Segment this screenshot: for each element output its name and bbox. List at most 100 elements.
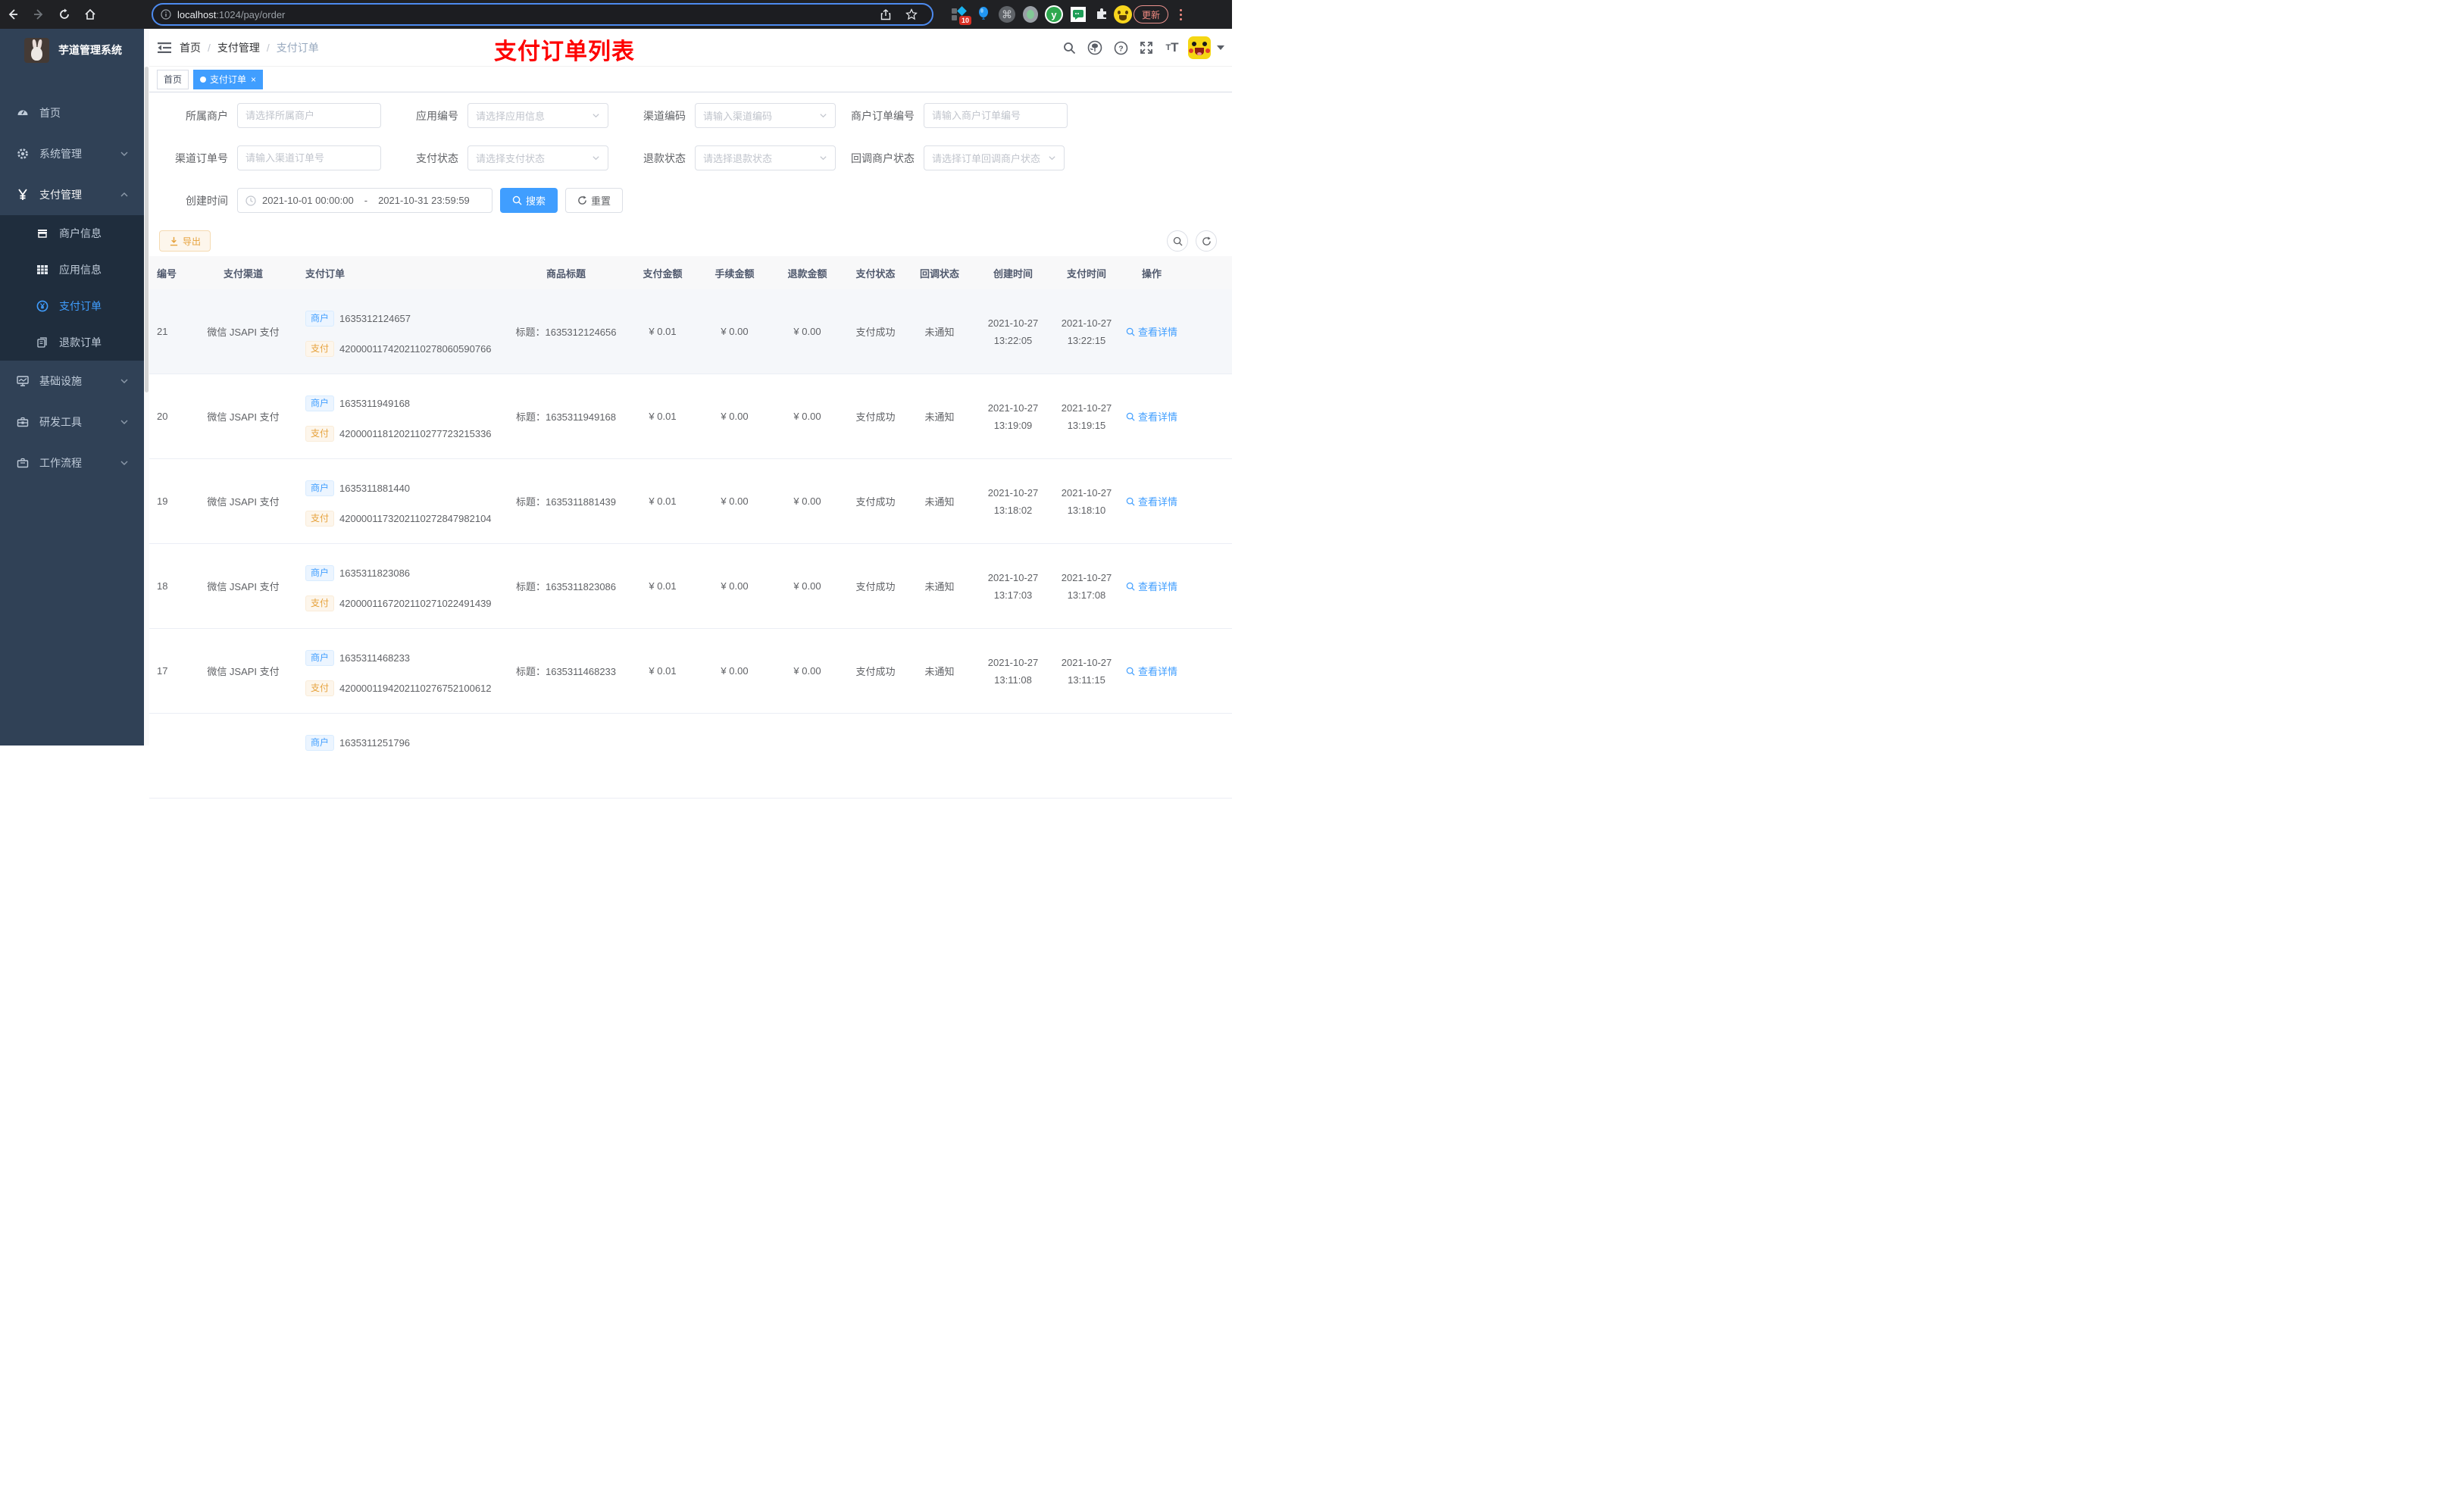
extensions-puzzle-icon[interactable] bbox=[1091, 4, 1112, 25]
navbar-actions: ? TT bbox=[1059, 29, 1224, 67]
github-icon[interactable] bbox=[1085, 38, 1105, 58]
pay-status-select[interactable]: 请选择支付状态 bbox=[467, 145, 608, 170]
avatar-caret-icon[interactable] bbox=[1217, 45, 1224, 50]
app-select[interactable]: 请选择应用信息 bbox=[467, 103, 608, 128]
app-logo[interactable]: 芋道管理系统 bbox=[0, 29, 144, 71]
view-detail-link[interactable]: 查看详情 bbox=[1126, 664, 1177, 678]
cell-amount: ¥ 0.01 bbox=[649, 665, 677, 677]
address-bar[interactable]: localhost:1024/pay/order bbox=[152, 3, 933, 26]
search-icon[interactable] bbox=[1059, 38, 1079, 58]
cell-created: 2021-10-27 13:11:08 bbox=[987, 656, 1039, 686]
refresh-table-icon[interactable] bbox=[1196, 230, 1217, 252]
cell-channel bbox=[187, 714, 299, 798]
date-separator: - bbox=[364, 195, 368, 206]
app-title: 芋道管理系统 bbox=[58, 44, 122, 56]
sidebar-collapse-icon[interactable] bbox=[149, 29, 180, 67]
channel-code-select[interactable]: 请输入渠道编码 bbox=[695, 103, 836, 128]
browser-update-button[interactable]: 更新 bbox=[1134, 5, 1169, 23]
sidebar-item-merchant-info[interactable]: 商户信息 bbox=[0, 215, 144, 252]
view-detail-link[interactable]: 查看详情 bbox=[1126, 579, 1177, 593]
refresh-icon bbox=[578, 195, 586, 205]
profile-avatar-icon[interactable] bbox=[1112, 4, 1134, 25]
sidebar-item-app-info[interactable]: 应用信息 bbox=[0, 252, 144, 288]
extension-record-icon[interactable] bbox=[1020, 4, 1041, 25]
breadcrumb-pay[interactable]: 支付管理 bbox=[217, 40, 260, 55]
table-toolbar: 导出 bbox=[149, 226, 1232, 256]
rabbit-logo-icon bbox=[24, 37, 49, 63]
toggle-search-icon[interactable] bbox=[1167, 230, 1188, 252]
extension-vue-devtools-icon[interactable]: y bbox=[1043, 4, 1065, 25]
cell-refund: ¥ 0.00 bbox=[793, 580, 821, 592]
user-avatar[interactable] bbox=[1188, 36, 1211, 59]
cell-id: 17 bbox=[157, 665, 168, 677]
merchant-order-no-input[interactable] bbox=[924, 103, 1068, 128]
sidebar-item-workflow[interactable]: 工作流程 bbox=[0, 442, 144, 483]
field-label: 渠道订单号 bbox=[175, 152, 228, 164]
filter-row-2: 渠道订单号 支付状态 请选择支付状态 退款状态 请选择退款状态 回调商户状态 请… bbox=[159, 145, 1232, 170]
table-row[interactable]: 17 微信 JSAPI 支付 商户 1635311468233 支付 4200001… bbox=[149, 629, 1232, 714]
channel-order-no-input[interactable] bbox=[237, 145, 381, 170]
sidebar-item-infra[interactable]: 基础设施 bbox=[0, 361, 144, 402]
sidebar-item-refund-order[interactable]: 退款订单 bbox=[0, 324, 144, 361]
view-detail-link[interactable]: 查看详情 bbox=[1126, 494, 1177, 508]
sidebar-item-system[interactable]: 系统管理 bbox=[0, 133, 144, 174]
table-row[interactable]: 20 微信 JSAPI 支付 商户 1635311949168 支付 4200001… bbox=[149, 374, 1232, 459]
table-row-partial[interactable]: 商户 1635311251796 bbox=[149, 714, 1232, 799]
browser-menu-icon[interactable] bbox=[1174, 6, 1187, 23]
scrollbar-thumb[interactable] bbox=[145, 67, 149, 392]
view-detail-link[interactable]: 查看详情 bbox=[1126, 324, 1177, 339]
tab-pay-order[interactable]: 支付订单 × bbox=[193, 69, 264, 89]
forward-icon[interactable] bbox=[26, 4, 52, 25]
chevron-down-icon bbox=[819, 154, 827, 162]
merchant-order-no: 1635311881440 bbox=[339, 483, 411, 494]
search-form: 所属商户 应用编号 请选择应用信息 渠道编码 请输入渠道编码 商户订单编号 渠道… bbox=[149, 92, 1232, 213]
cell-status: 支付成功 bbox=[855, 666, 896, 677]
briefcase-icon bbox=[17, 457, 29, 469]
sidebar-item-pay-order[interactable]: 支付订单 bbox=[0, 288, 144, 324]
extension-chat-icon[interactable] bbox=[1068, 4, 1089, 25]
home-icon[interactable] bbox=[77, 4, 103, 25]
table-row[interactable]: 19 微信 JSAPI 支付 商户 1635311881440 支付 4200001… bbox=[149, 459, 1232, 544]
breadcrumb-home[interactable]: 首页 bbox=[180, 40, 201, 55]
share-icon[interactable] bbox=[873, 4, 899, 25]
field-label: 支付状态 bbox=[416, 152, 458, 164]
table-row[interactable]: 21 微信 JSAPI 支付 商户 1635312124657 支付 4200001… bbox=[149, 289, 1232, 374]
search-button[interactable]: 搜索 bbox=[500, 188, 558, 213]
help-icon[interactable]: ? bbox=[1111, 38, 1130, 58]
merchant-input[interactable] bbox=[237, 103, 381, 128]
sidebar-item-home[interactable]: 首页 bbox=[0, 92, 144, 133]
view-detail-link[interactable]: 查看详情 bbox=[1126, 409, 1177, 424]
table-row[interactable]: 18 微信 JSAPI 支付 商户 1635311823086 支付 4200001… bbox=[149, 544, 1232, 629]
notify-status-select[interactable]: 请选择订单回调商户状态 bbox=[924, 145, 1065, 170]
pay-tag: 支付 bbox=[305, 511, 335, 527]
field-label: 商户订单编号 bbox=[851, 109, 915, 122]
main-scrollbar[interactable] bbox=[144, 29, 149, 746]
reset-button[interactable]: 重置 bbox=[565, 188, 624, 213]
create-time-range-picker[interactable]: 2021-10-01 00:00:00 - 2021-10-31 23:59:5… bbox=[237, 188, 492, 213]
font-size-icon[interactable]: TT bbox=[1162, 38, 1182, 58]
filter-row-3: 创建时间 2021-10-01 00:00:00 - 2021-10-31 23… bbox=[159, 188, 1232, 213]
export-button[interactable]: 导出 bbox=[159, 230, 211, 252]
reload-icon[interactable] bbox=[52, 4, 77, 25]
extension-balloon-icon[interactable] bbox=[973, 4, 994, 25]
chevron-down-icon bbox=[120, 377, 129, 386]
back-icon[interactable] bbox=[0, 4, 26, 25]
sidebar-item-devtools[interactable]: 研发工具 bbox=[0, 402, 144, 442]
sidebar-item-pay[interactable]: 支付管理 bbox=[0, 174, 144, 215]
cell-created: 2021-10-27 13:17:03 bbox=[987, 571, 1039, 601]
cell-status: 支付成功 bbox=[855, 411, 896, 423]
tab-home[interactable]: 首页 bbox=[157, 69, 189, 89]
monitor-icon bbox=[17, 375, 29, 387]
cell-refund: ¥ 0.00 bbox=[793, 495, 821, 507]
fullscreen-icon[interactable] bbox=[1137, 38, 1156, 58]
refund-status-select[interactable]: 请选择退款状态 bbox=[695, 145, 836, 170]
bookmark-star-icon[interactable] bbox=[899, 4, 924, 25]
page: 芋道管理系统 首页 系统管理 支付管理 商户信息 应用信息 支付订单 退款订单 … bbox=[0, 29, 1232, 799]
chevron-down-icon bbox=[120, 149, 129, 158]
cell-amount: ¥ 0.01 bbox=[649, 580, 677, 592]
info-icon[interactable] bbox=[161, 9, 171, 20]
extension-command-icon[interactable]: ⌘ bbox=[996, 4, 1018, 25]
extension-clipboard-icon[interactable]: 10 bbox=[949, 4, 971, 25]
cell-channel: 微信 JSAPI 支付 bbox=[207, 496, 280, 508]
tab-close-icon[interactable]: × bbox=[251, 74, 256, 85]
